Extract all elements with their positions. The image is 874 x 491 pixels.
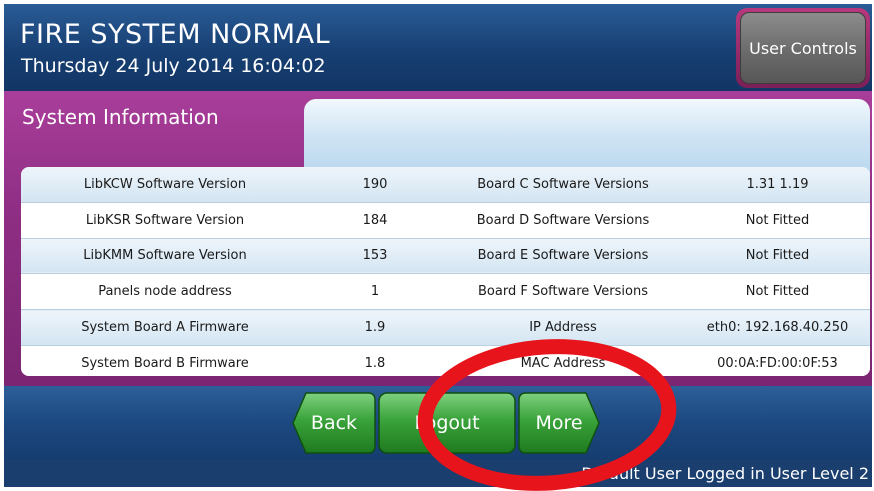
login-status-text: Default User Logged in User Level 2 <box>581 464 869 483</box>
system-info-table: LibKCW Software Version 190 Board C Soft… <box>21 167 870 376</box>
row-label: LibKSR Software Version <box>21 202 309 239</box>
row-label: IP Address <box>441 309 685 346</box>
panel-screen: FIRE SYSTEM NORMAL Thursday 24 July 2014… <box>0 0 874 491</box>
row-label: Board D Software Versions <box>441 202 685 239</box>
row-label: Board E Software Versions <box>441 238 685 275</box>
row-label: System Board B Firmware <box>21 345 309 376</box>
row-value: 153 <box>309 238 441 275</box>
row-value: 1.31 1.19 <box>685 167 870 203</box>
row-value: Not Fitted <box>685 273 870 311</box>
row-label: Board F Software Versions <box>441 273 685 311</box>
table-row: System Board A Firmware 1.9 IP Address e… <box>21 309 870 346</box>
row-label: Board C Software Versions <box>441 167 685 203</box>
panel-title: System Information <box>22 105 219 129</box>
back-label: Back <box>310 412 358 434</box>
table-row: System Board B Firmware 1.8 MAC Address … <box>21 345 870 376</box>
row-value: 1.8 <box>309 345 441 376</box>
table-row: LibKSR Software Version 184 Board D Soft… <box>21 202 870 239</box>
row-value: 1.9 <box>309 309 441 346</box>
table-row: LibKMM Software Version 153 Board E Soft… <box>21 238 870 275</box>
row-label: Panels node address <box>21 273 309 311</box>
more-button[interactable]: More <box>518 392 600 454</box>
row-label: System Board A Firmware <box>21 309 309 346</box>
user-controls-button[interactable]: User Controls <box>740 12 866 84</box>
table-row: LibKCW Software Version 190 Board C Soft… <box>21 167 870 203</box>
logout-label: Logout <box>414 412 480 434</box>
system-status-title: FIRE SYSTEM NORMAL <box>20 19 331 50</box>
footer-nav-bar: Back Logout More <box>4 386 872 460</box>
more-label: More <box>535 412 583 434</box>
row-value: Not Fitted <box>685 238 870 275</box>
row-value: 190 <box>309 167 441 203</box>
login-status-bar: Default User Logged in User Level 2 <box>4 460 872 487</box>
row-label: LibKMM Software Version <box>21 238 309 275</box>
date-time-display: Thursday 24 July 2014 16:04:02 <box>21 55 326 77</box>
back-button[interactable]: Back <box>292 392 376 454</box>
row-value: 00:0A:FD:00:0F:53 <box>685 345 870 376</box>
table-row: Panels node address 1 Board F Software V… <box>21 273 870 311</box>
row-value: 184 <box>309 202 441 239</box>
user-controls-frame: User Controls <box>736 8 870 88</box>
row-label: MAC Address <box>441 345 685 376</box>
info-table: LibKCW Software Version 190 Board C Soft… <box>21 167 870 376</box>
row-label: LibKCW Software Version <box>21 167 309 203</box>
row-value: 1 <box>309 273 441 311</box>
row-value: eth0: 192.168.40.250 <box>685 309 870 346</box>
row-value: Not Fitted <box>685 202 870 239</box>
logout-button[interactable]: Logout <box>378 392 516 454</box>
